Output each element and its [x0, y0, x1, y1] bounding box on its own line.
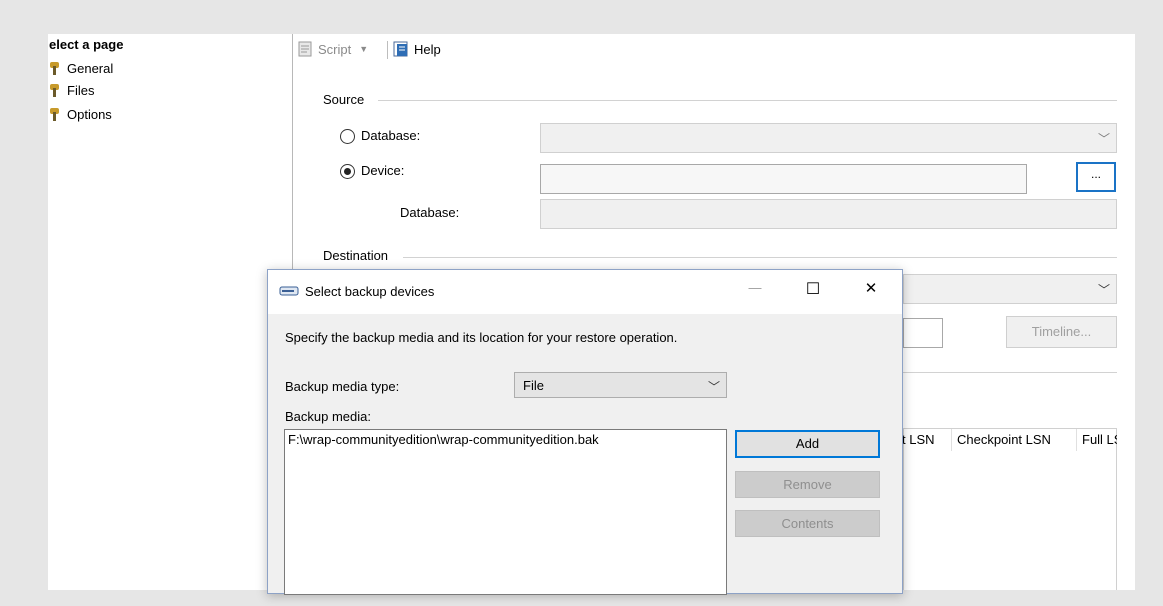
backup-sets-grid[interactable]: [903, 428, 1117, 590]
page-wrench-icon: [48, 107, 62, 121]
chevron-down-icon: ﹀: [1097, 132, 1110, 146]
page-item-options[interactable]: Options: [48, 104, 112, 124]
device-radio-label: Device:: [361, 163, 405, 178]
select-page-header: elect a page: [49, 37, 124, 52]
contents-button[interactable]: Contents: [735, 510, 880, 537]
add-button[interactable]: Add: [735, 430, 880, 458]
database-radio[interactable]: [340, 129, 355, 144]
chevron-down-icon: ﹀: [1097, 283, 1110, 297]
media-type-label: Backup media type:: [285, 379, 400, 394]
select-backup-devices-dialog: Select backup devices — ☐ ✕ Specify the …: [267, 269, 903, 595]
minimize-button[interactable]: —: [742, 280, 768, 300]
script-button[interactable]: Script ▼: [297, 38, 368, 60]
restore-to-field[interactable]: [903, 318, 943, 348]
select-page-pane: elect a page General Files Options: [48, 34, 293, 590]
remove-button[interactable]: Remove: [735, 471, 880, 498]
column-header[interactable]: Checkpoint LSN: [953, 429, 1077, 451]
page-wrench-icon: [48, 83, 62, 97]
destination-group-line: [403, 257, 1117, 258]
maximize-button[interactable]: ☐: [800, 279, 826, 301]
media-type-value: File: [523, 378, 544, 393]
column-header[interactable]: t LSN: [898, 429, 952, 451]
help-button[interactable]: Help: [393, 38, 441, 60]
backup-media-list[interactable]: F:\wrap-communityedition\wrap-communitye…: [284, 429, 727, 595]
device-radio[interactable]: [340, 164, 355, 179]
database-label: Database:: [400, 205, 460, 220]
source-database-combo: ﹀: [540, 123, 1117, 153]
backup-media-label: Backup media:: [285, 409, 371, 424]
script-icon: [298, 41, 312, 57]
list-item[interactable]: F:\wrap-communityedition\wrap-communitye…: [288, 432, 599, 447]
media-type-select[interactable]: File ﹀: [514, 372, 727, 398]
restore-plan-group-line: [903, 372, 1117, 373]
page-item-label: General: [67, 60, 114, 76]
help-label: Help: [414, 41, 441, 57]
toolbar-separator: [387, 41, 388, 59]
destination-group-label: Destination: [323, 248, 395, 263]
destination-database-combo[interactable]: ﹀: [903, 274, 1117, 304]
close-button[interactable]: ✕: [858, 279, 884, 301]
chevron-down-icon: ﹀: [707, 380, 720, 394]
timeline-button[interactable]: Timeline...: [1006, 316, 1117, 348]
database-combo[interactable]: [540, 199, 1117, 229]
dialog-title: Select backup devices: [305, 284, 435, 299]
page-item-label: Files: [67, 82, 95, 98]
device-field[interactable]: [540, 164, 1027, 194]
source-group-line: [378, 100, 1117, 101]
page-wrench-icon: [48, 61, 62, 75]
device-browse-button[interactable]: ...: [1076, 162, 1116, 192]
help-icon: [393, 41, 408, 57]
source-group-label: Source: [323, 92, 371, 107]
script-label: Script: [318, 41, 352, 57]
dialog-titlebar[interactable]: Select backup devices — ☐ ✕: [268, 270, 902, 314]
page-item-general[interactable]: General: [48, 58, 113, 78]
backup-device-icon: [279, 286, 299, 296]
page-item-files[interactable]: Files: [48, 80, 94, 100]
database-radio-label: Database:: [361, 128, 421, 143]
chevron-down-icon: ▼: [359, 44, 369, 54]
column-header[interactable]: Full LS: [1078, 429, 1117, 451]
dialog-description: Specify the backup media and its locatio…: [285, 330, 678, 345]
page-item-label: Options: [67, 106, 112, 122]
